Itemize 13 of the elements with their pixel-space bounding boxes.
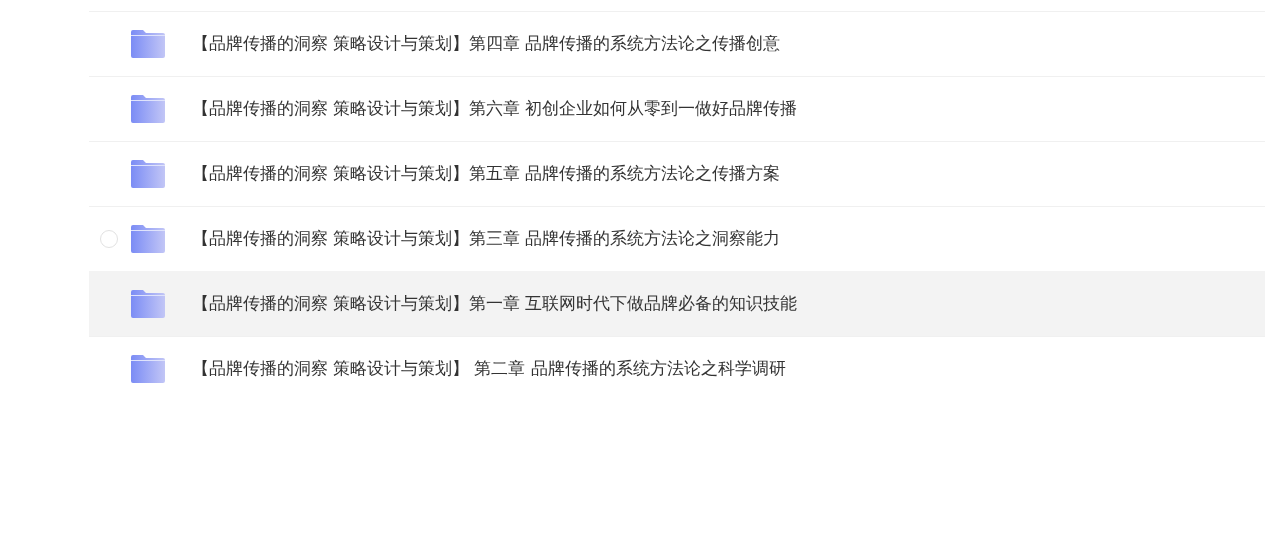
file-row[interactable]: 【品牌传播的洞察 策略设计与策划】第一章 互联网时代下做品牌必备的知识技能	[89, 271, 1265, 336]
file-name: 【品牌传播的洞察 策略设计与策划】第一章 互联网时代下做品牌必备的知识技能	[192, 293, 798, 315]
file-name: 【品牌传播的洞察 策略设计与策划】 第二章 品牌传播的系统方法论之科学调研	[192, 358, 786, 380]
folder-icon	[130, 354, 166, 384]
folder-icon	[130, 94, 166, 124]
folder-icon	[130, 29, 166, 59]
folder-icon	[130, 224, 166, 254]
file-name: 【品牌传播的洞察 策略设计与策划】第三章 品牌传播的系统方法论之洞察能力	[192, 228, 781, 250]
file-name: 【品牌传播的洞察 策略设计与策划】第四章 品牌传播的系统方法论之传播创意	[192, 33, 781, 55]
file-name: 【品牌传播的洞察 策略设计与策划】第六章 初创企业如何从零到一做好品牌传播	[192, 98, 798, 120]
folder-icon	[130, 159, 166, 189]
file-name: 【品牌传播的洞察 策略设计与策划】第五章 品牌传播的系统方法论之传播方案	[192, 163, 781, 185]
folder-icon	[130, 289, 166, 319]
